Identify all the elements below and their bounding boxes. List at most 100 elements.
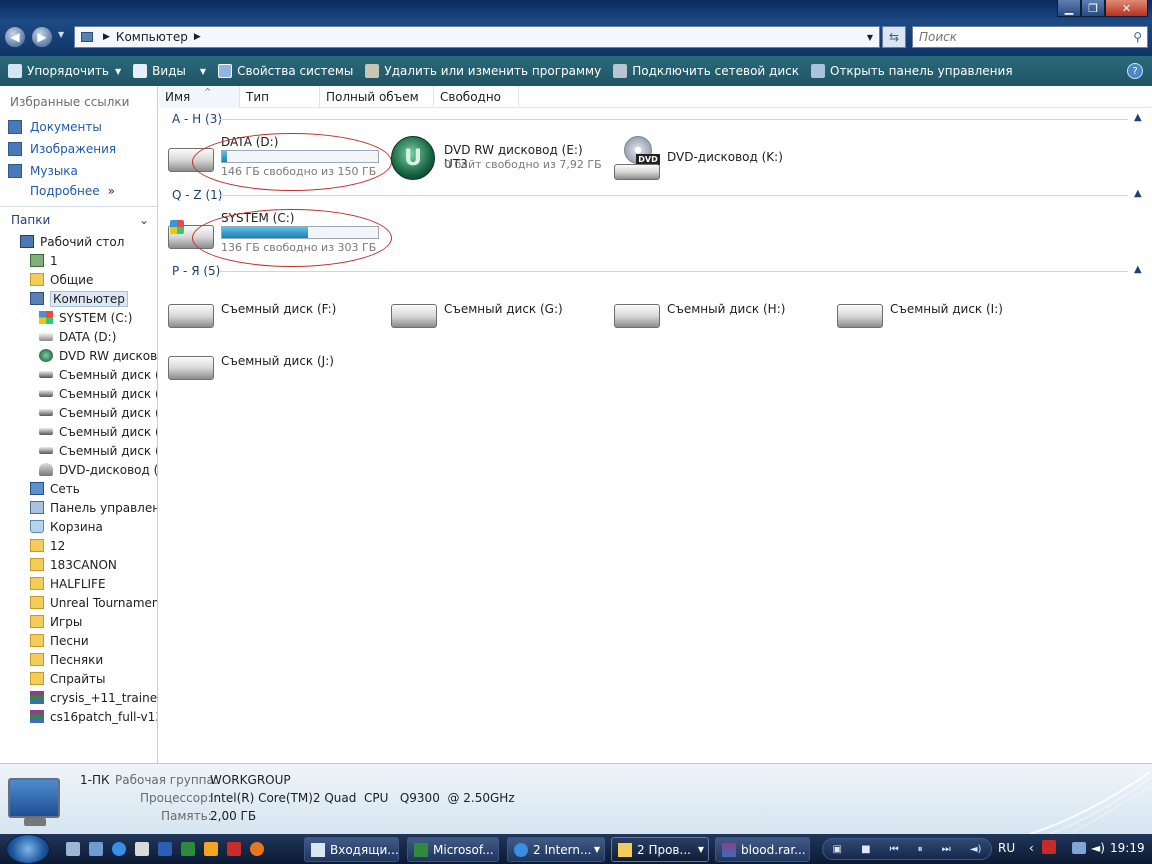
uninstall-program-button[interactable]: Удалить или изменить программу xyxy=(359,59,607,83)
switch-windows-icon[interactable] xyxy=(89,842,103,856)
help-icon[interactable]: ? xyxy=(1127,63,1143,79)
clock[interactable]: 19:19 xyxy=(1110,841,1145,855)
search-field[interactable]: ⚲ xyxy=(912,26,1148,48)
collapse-group-icon[interactable]: ▲ xyxy=(1134,112,1142,123)
back-button[interactable]: ◀ xyxy=(4,26,26,48)
start-button[interactable] xyxy=(6,834,50,864)
task-microsoft[interactable]: Microsof... xyxy=(407,837,499,862)
group-header-a-h[interactable]: A - H (3) xyxy=(172,112,222,126)
excel-icon[interactable] xyxy=(181,842,195,856)
tree-item-label: crysis_+11_trainer_2 xyxy=(50,690,157,705)
search-icon[interactable]: ⚲ xyxy=(1133,30,1142,44)
system-properties-button[interactable]: Свойства системы xyxy=(212,59,359,83)
folders-header[interactable]: Папки ⌄ xyxy=(0,206,157,232)
tree-item[interactable]: 183CANON xyxy=(0,555,157,574)
media-player-mini-icon[interactable]: ▣ xyxy=(833,844,842,855)
tree-item[interactable]: Съемный диск (H xyxy=(0,403,157,422)
tree-item[interactable]: Спрайты xyxy=(0,669,157,688)
drive-removable-h[interactable]: Съемный диск (H:) xyxy=(610,296,830,336)
tree-item[interactable]: crysis_+11_trainer_2 xyxy=(0,688,157,707)
breadcrumb-computer[interactable]: Компьютер xyxy=(116,30,188,44)
breadcrumb-separator-icon[interactable]: ▶ xyxy=(103,32,110,42)
tree-item[interactable]: Съемный диск (I: xyxy=(0,422,157,441)
tree-item[interactable]: Общие xyxy=(0,270,157,289)
tree-item[interactable]: HALFLIFE xyxy=(0,574,157,593)
recent-pages-chevron-icon[interactable]: ▼ xyxy=(58,30,64,39)
drive-removable-f[interactable]: Съемный диск (F:) xyxy=(164,296,384,336)
breadcrumb-separator-icon[interactable]: ▶ xyxy=(194,32,201,42)
maximize-button[interactable]: ❐ xyxy=(1081,0,1105,17)
printer-icon[interactable] xyxy=(135,842,149,856)
organize-button[interactable]: Упорядочить ▼ xyxy=(2,59,127,83)
task-explorer[interactable]: 2 Пров... ▼ xyxy=(611,837,709,862)
tree-item[interactable]: DVD RW дисковод xyxy=(0,346,157,365)
favorite-music[interactable]: Музыка xyxy=(8,161,78,181)
pause-icon[interactable]: ⏸ xyxy=(918,844,923,855)
column-free-space[interactable]: Свободно xyxy=(434,86,519,108)
task-internet[interactable]: 2 Intern... ▼ xyxy=(507,837,605,862)
tree-item[interactable]: 1 xyxy=(0,251,157,270)
refresh-button[interactable]: ⇆ xyxy=(882,26,906,48)
tree-item[interactable]: Съемный диск (G xyxy=(0,384,157,403)
tree-item[interactable]: Песняки xyxy=(0,650,157,669)
volume-tray-icon[interactable]: ◄) xyxy=(1091,841,1105,855)
favorite-pictures[interactable]: Изображения xyxy=(8,139,116,159)
drive-removable-i[interactable]: Съемный диск (I:) xyxy=(833,296,1053,336)
tree-item[interactable]: 12 xyxy=(0,536,157,555)
forward-button[interactable]: ▶ xyxy=(31,26,53,48)
tree-item[interactable]: DATA (D:) xyxy=(0,327,157,346)
rar-archive-icon xyxy=(722,842,736,857)
drive-dvdrw-e[interactable]: U DVD RW дисковод (E:) UT3 0 байт свобод… xyxy=(388,132,608,184)
group-header-q-z[interactable]: Q - Z (1) xyxy=(172,188,222,202)
tree-item[interactable]: DVD-дисковод (K xyxy=(0,460,157,479)
drive-dvd-k[interactable]: DVD DVD-дисковод (K:) xyxy=(611,132,811,184)
collapse-group-icon[interactable]: ▲ xyxy=(1134,264,1142,275)
map-network-drive-button[interactable]: Подключить сетевой диск xyxy=(607,59,805,83)
app-red-icon[interactable] xyxy=(227,842,241,856)
tree-item[interactable]: cs16patch_full-v13 xyxy=(0,707,157,726)
tree-item[interactable]: Unreal Tournament xyxy=(0,593,157,612)
tree-item[interactable]: Сеть xyxy=(0,479,157,498)
more-favorites-link[interactable]: Подробнее» xyxy=(30,184,115,198)
open-control-panel-button[interactable]: Открыть панель управления xyxy=(805,59,1019,83)
drive-removable-g[interactable]: Съемный диск (G:) xyxy=(387,296,607,336)
tree-item[interactable]: Песни xyxy=(0,631,157,650)
tree-item[interactable]: SYSTEM (C:) xyxy=(0,308,157,327)
column-type[interactable]: Тип xyxy=(240,86,320,108)
previous-icon[interactable]: ⏮ xyxy=(890,844,899,855)
task-blood-rar[interactable]: blood.rar... xyxy=(715,837,810,862)
search-input[interactable] xyxy=(919,30,1119,44)
group-header-r-ya[interactable]: Р - Я (5) xyxy=(172,264,220,278)
tray-expand-icon[interactable]: ‹ xyxy=(1029,841,1034,855)
column-name[interactable]: Имя ^ xyxy=(159,86,240,108)
tree-item[interactable]: Рабочий стол xyxy=(0,232,157,251)
internet-explorer-icon[interactable] xyxy=(112,842,126,856)
antivirus-icon[interactable] xyxy=(1042,840,1056,854)
tree-item[interactable]: Съемный диск (F xyxy=(0,365,157,384)
address-dropdown-icon[interactable]: ▼ xyxy=(867,33,873,42)
network-tray-icon[interactable] xyxy=(1072,842,1086,854)
tree-item[interactable]: Панель управлени xyxy=(0,498,157,517)
minimize-button[interactable]: ▁ xyxy=(1057,0,1081,17)
tree-item-label: Компьютер xyxy=(50,290,128,307)
column-total-size[interactable]: Полный объем xyxy=(320,86,434,108)
close-button[interactable]: ✕ xyxy=(1105,0,1148,17)
tree-item[interactable]: Компьютер xyxy=(0,289,157,308)
word-icon[interactable] xyxy=(158,842,172,856)
views-button[interactable]: Виды ▼ xyxy=(127,59,212,83)
tree-item[interactable]: Игры xyxy=(0,612,157,631)
tree-item[interactable]: Съемный диск (J: xyxy=(0,441,157,460)
volume-icon[interactable]: ◄) xyxy=(970,844,982,855)
address-field[interactable]: ▶ Компьютер ▶ ▼ xyxy=(74,26,880,48)
next-icon[interactable]: ⏭ xyxy=(942,844,951,855)
favorite-documents[interactable]: Документы xyxy=(8,117,102,137)
collapse-group-icon[interactable]: ▲ xyxy=(1134,188,1142,199)
language-indicator[interactable]: RU xyxy=(998,841,1015,855)
tree-item[interactable]: Корзина xyxy=(0,517,157,536)
media-player-icon[interactable] xyxy=(204,842,218,856)
show-desktop-icon[interactable] xyxy=(66,842,80,856)
firefox-icon[interactable] xyxy=(250,842,264,856)
stop-icon[interactable]: ■ xyxy=(861,844,870,855)
task-inbox[interactable]: Входящи... xyxy=(304,837,399,862)
drive-removable-j[interactable]: Съемный диск (J:) xyxy=(164,348,384,388)
